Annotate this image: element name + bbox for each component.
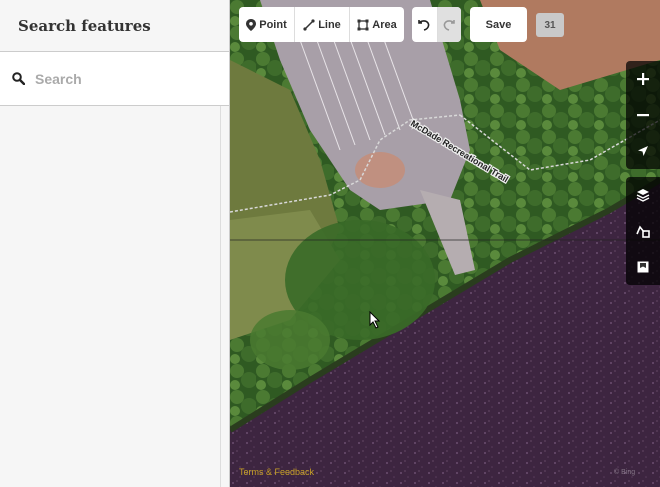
sidebar-scroll-divider: [220, 106, 221, 487]
edit-count-badge: 31: [536, 13, 564, 37]
issues-button[interactable]: [626, 249, 660, 285]
area-icon: [357, 19, 369, 30]
search-input[interactable]: [35, 70, 215, 87]
map-data-icon: [636, 225, 650, 238]
issues-icon: [637, 261, 649, 273]
zoom-out-button[interactable]: [626, 97, 660, 133]
save-label: Save: [485, 18, 512, 31]
zoom-in-button[interactable]: [626, 61, 660, 97]
background-layers-button[interactable]: [626, 177, 660, 213]
geolocate-button[interactable]: [626, 133, 660, 169]
map-controls-zoom: [626, 61, 660, 169]
attribution-text: © Bing: [614, 469, 636, 476]
sidebar: Search features: [0, 0, 230, 487]
add-point-button[interactable]: Point: [239, 7, 294, 42]
map[interactable]: McDade Recreational Trail: [230, 0, 660, 487]
history-group: [412, 7, 461, 42]
undo-button[interactable]: [412, 7, 437, 42]
terms-feedback-link[interactable]: Terms & Feedback: [239, 467, 314, 477]
add-area-button[interactable]: Area: [349, 7, 404, 42]
draw-mode-group: Point Line Area: [239, 7, 404, 42]
add-line-button[interactable]: Line: [294, 7, 349, 42]
point-icon: [246, 18, 257, 31]
redo-button[interactable]: [436, 7, 461, 42]
add-area-label: Area: [372, 18, 397, 31]
geolocate-icon: [638, 146, 648, 156]
sidebar-title: Search features: [18, 16, 151, 35]
map-data-button[interactable]: [626, 213, 660, 249]
pointer-cursor-icon: [369, 311, 381, 329]
sidebar-header: Search features: [0, 0, 229, 52]
save-group: Save: [470, 7, 527, 42]
undo-icon: [418, 19, 430, 31]
add-point-label: Point: [259, 18, 287, 31]
zoom-in-icon: [637, 73, 649, 85]
map-controls-panels: [626, 177, 660, 285]
save-button[interactable]: Save: [470, 7, 527, 42]
zoom-out-icon: [637, 114, 649, 117]
search-row: [0, 52, 229, 106]
line-icon: [303, 18, 315, 31]
layers-icon: [636, 189, 650, 202]
aerial-imagery: McDade Recreational Trail: [230, 0, 660, 487]
search-icon: [12, 72, 25, 85]
redo-icon: [443, 19, 456, 31]
add-line-label: Line: [318, 18, 341, 31]
